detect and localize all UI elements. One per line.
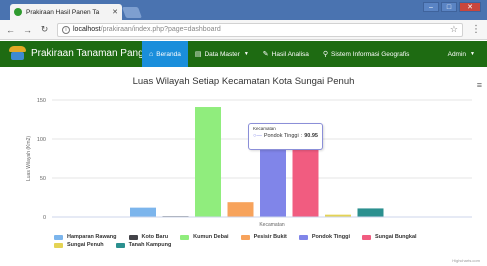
y-tick-label: 50: [40, 176, 46, 182]
legend-item[interactable]: Sungai Penuh: [54, 242, 104, 248]
legend-swatch: [240, 234, 250, 240]
legend-item[interactable]: Hamparan Rawang: [54, 234, 117, 240]
legend-swatch: [128, 234, 138, 240]
legend-item[interactable]: Pondok Tinggi: [298, 234, 350, 240]
legend-item[interactable]: Tanah Kampung: [115, 242, 172, 248]
legend-item[interactable]: Koto Baru: [128, 234, 169, 240]
nav-item-beranda[interactable]: ⌂ Beranda: [142, 41, 188, 67]
legend-label: Sungai Penuh: [67, 242, 104, 248]
reload-icon[interactable]: ↻: [40, 24, 49, 35]
tooltip-row: ○— Pondok Tinggi: 90.95: [253, 133, 318, 139]
legend-swatch: [298, 234, 308, 240]
brand-title: Prakiraan Tanaman Pangan: [31, 47, 155, 59]
y-axis-label: Luas Wilayah (Km2): [26, 136, 32, 181]
bookmark-star-icon[interactable]: ☆: [450, 24, 458, 35]
bar: [195, 107, 221, 217]
legend-swatch: [54, 242, 63, 248]
legend-item[interactable]: Pesisir Bukit: [240, 234, 287, 240]
browser-tab-strip: Prakiraan Hasil Panen Ta ✕ – □ ✕: [0, 0, 487, 20]
address-bar: ← → ↻ i localhost /prakiraan/index.php?p…: [0, 20, 487, 40]
forward-arrow-icon[interactable]: →: [23, 25, 32, 35]
new-tab-button[interactable]: [121, 7, 143, 18]
chart-title: Luas Wilayah Setiap Kecamatan Kota Sunga…: [132, 76, 355, 87]
chart-context-menu-icon[interactable]: ≡: [477, 80, 482, 90]
admin-label: Admin: [447, 50, 467, 58]
caret-down-icon: ▼: [470, 51, 475, 57]
caret-down-icon: ▼: [243, 51, 249, 57]
url-host: localhost: [73, 26, 101, 33]
chart-credits[interactable]: Highcharts.com: [452, 258, 480, 263]
maximize-button[interactable]: □: [441, 2, 457, 12]
tooltip-value: 90.95: [304, 133, 318, 139]
bar: [227, 202, 254, 217]
legend-label: Hamparan Rawang: [67, 234, 117, 240]
nav-item-sig[interactable]: ⚲ Sistem Informasi Geografis: [316, 41, 417, 67]
legend-label: Pesisir Bukit: [253, 234, 287, 240]
y-tick-label: 100: [37, 137, 46, 143]
window-controls: – □ ✕: [423, 2, 481, 12]
y-tick-label: 150: [37, 98, 46, 104]
bar: [357, 208, 384, 217]
minimize-button[interactable]: –: [423, 2, 439, 12]
legend-swatch: [54, 234, 63, 240]
document-icon: ▤: [194, 51, 202, 58]
legend-label: Pondok Tinggi: [311, 234, 350, 240]
legend-label: Kumun Debai: [193, 234, 229, 240]
info-icon[interactable]: i: [62, 25, 70, 34]
brand[interactable]: Prakiraan Tanaman Pangan: [9, 46, 155, 60]
x-axis-label: Kecamatan: [259, 222, 285, 228]
url-path: /prakiraan/index.php?page=dashboard: [100, 26, 221, 33]
chart-legend: Hamparan Rawang Koto Baru Kumun Debai Pesis…: [54, 234, 474, 248]
legend-label: Koto Baru: [141, 234, 169, 240]
tab-close-icon[interactable]: ✕: [112, 8, 118, 16]
map-marker-icon: ⚲: [322, 51, 329, 58]
legend-label: Tanah Kampung: [128, 242, 172, 248]
legend-swatch: [180, 234, 190, 240]
home-icon: ⌂: [149, 50, 154, 58]
legend-item[interactable]: Sungai Bungkal: [361, 234, 417, 240]
bar: [130, 207, 156, 217]
chart-tooltip: Kecamatan ○— Pondok Tinggi: 90.95: [248, 123, 323, 150]
nav-item-label: Hasil Analisa: [271, 50, 309, 58]
chart-container: 0 50 100 150 Luas Wilayah (Km2) Kecamatan Lua…: [0, 67, 487, 266]
tooltip-header: Kecamatan: [253, 126, 276, 131]
window-close-button[interactable]: ✕: [459, 2, 481, 12]
url-input[interactable]: i localhost /prakiraan/index.php?page=da…: [57, 22, 463, 37]
bar[interactable]: [260, 146, 286, 217]
legend-swatch: [115, 242, 125, 248]
nav-item-label: Data Master: [204, 50, 240, 58]
legend-item[interactable]: Kumun Debai: [180, 234, 229, 240]
brand-logo-icon: [9, 46, 26, 60]
nav-menu: ⌂ Beranda ▤ Data Master ▼ ✎ Hasil Analis…: [142, 41, 416, 67]
admin-menu[interactable]: Admin ▼: [448, 41, 475, 67]
nav-item-data-master[interactable]: ▤ Data Master ▼: [188, 41, 256, 67]
tooltip-series: Pondok Tinggi: [263, 133, 299, 139]
legend-label: Sungai Bungkal: [374, 234, 417, 240]
nav-item-hasil-analisa[interactable]: ✎ Hasil Analisa: [256, 41, 316, 67]
nav-item-label: Sistem Informasi Geografis: [331, 50, 410, 58]
back-arrow-icon[interactable]: ←: [6, 25, 15, 35]
favicon-icon: [14, 8, 22, 16]
browser-menu-icon[interactable]: ⋮: [471, 24, 481, 35]
browser-tab[interactable]: Prakiraan Hasil Panen Ta ✕: [10, 4, 122, 20]
pencil-icon: ✎: [262, 51, 269, 58]
app-navbar: Prakiraan Tanaman Pangan ⌂ Beranda ▤ Dat…: [0, 41, 487, 67]
nav-item-label: Beranda: [156, 50, 181, 58]
tab-title: Prakiraan Hasil Panen Ta: [26, 8, 100, 16]
legend-swatch: [361, 234, 371, 240]
y-tick-label: 0: [43, 215, 46, 221]
